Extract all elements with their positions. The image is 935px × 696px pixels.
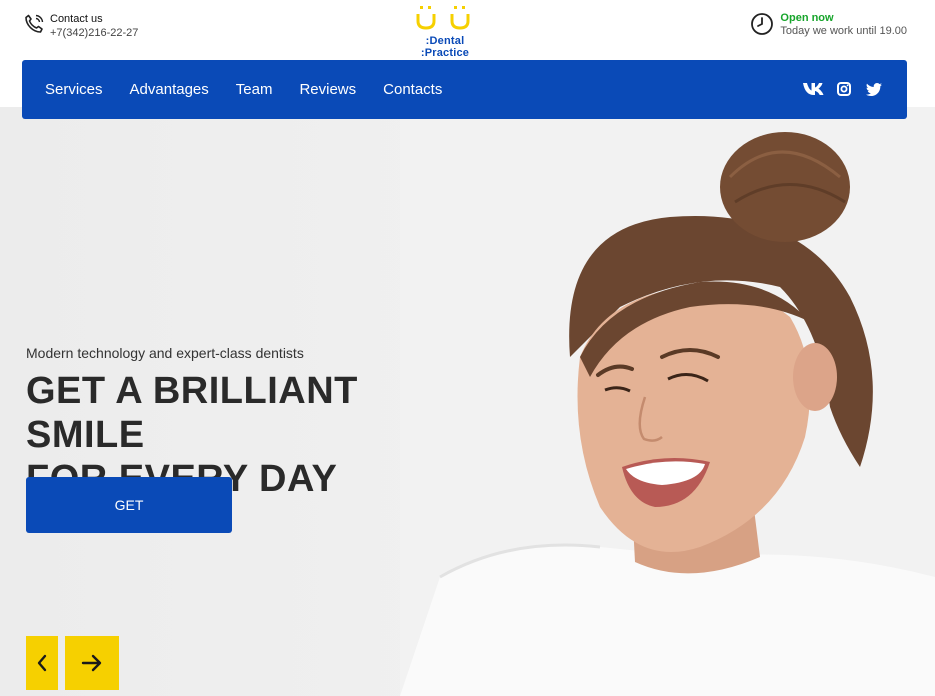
working-hours: Open now Today we work until 19.00 [750,12,907,38]
phone-icon [25,14,44,33]
nav-item-advantages[interactable]: Advantages [130,81,209,98]
logo-name: :Dental :Practice [420,35,470,59]
hero-headline-line1: GET A BRILLIANT SMILE [26,370,358,456]
open-status: Open now [780,12,834,24]
instagram-icon[interactable] [833,80,855,98]
contact-label: Contact us [50,13,103,25]
nav-item-services[interactable]: Services [45,81,103,98]
arrow-right-icon [81,654,102,672]
twitter-icon[interactable] [863,80,885,98]
site-logo[interactable]: :Dental :Practice [400,5,490,59]
smile-logo-icon [416,6,470,30]
clock-icon [751,13,774,35]
chevron-left-icon [37,654,47,672]
hours-detail: Today we work until 19.00 [780,25,907,37]
get-button[interactable]: GET [26,477,232,533]
contact-block[interactable]: Contact us +7(342)216-22-27 [22,12,138,40]
nav-item-contacts[interactable]: Contacts [383,81,442,98]
nav-item-reviews[interactable]: Reviews [299,81,356,98]
hero-section: Modern technology and expert-class denti… [0,107,935,696]
nav-item-team[interactable]: Team [236,81,273,98]
hero-subtitle: Modern technology and expert-class denti… [26,345,304,361]
slider-prev-button[interactable] [26,636,58,690]
vk-icon[interactable] [803,80,825,98]
social-links [803,80,885,98]
main-nav: Services Advantages Team Reviews Contact… [22,60,907,119]
contact-phone[interactable]: +7(342)216-22-27 [50,26,138,40]
slider-next-button[interactable] [65,636,119,690]
